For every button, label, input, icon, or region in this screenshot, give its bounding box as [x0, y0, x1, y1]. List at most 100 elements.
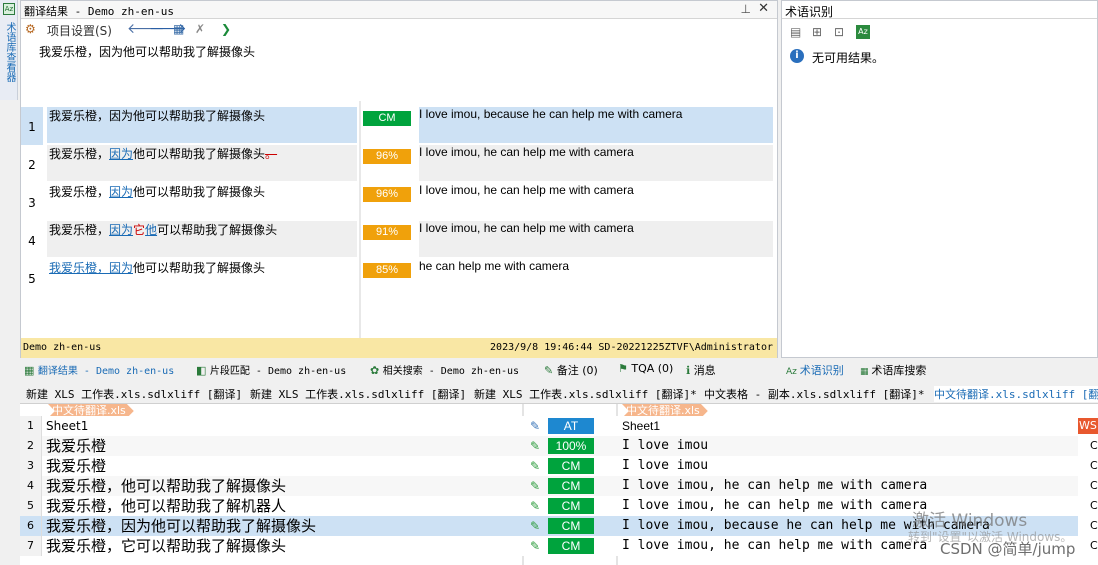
tab-icon: ✿	[370, 364, 383, 377]
tab-icon: ✎	[544, 364, 557, 377]
pencil-icon: ✎	[530, 479, 541, 493]
document-tab[interactable]: 中文待翻译.xls.sdlxliff [翻	[934, 386, 1098, 402]
tab-label: 备注 (0)	[556, 364, 598, 377]
segment-target[interactable]: I love imou	[622, 456, 1078, 476]
source-segment: 因为	[109, 147, 134, 161]
segment-extra-flag: C	[1090, 459, 1098, 472]
result-row-source: 我爱乐橙，因为他可以帮助我了解摄像头	[47, 183, 357, 219]
segment-row[interactable]: 1 Sheet1 ✎ AT Sheet1	[20, 416, 1078, 436]
match-badge: 96%	[363, 187, 411, 202]
source-segment: 因为	[109, 185, 134, 199]
match-badge: 96%	[363, 149, 411, 164]
result-row-source: 我爱乐橙，因为它他可以帮助我了解摄像头	[47, 221, 357, 257]
source-segment: 他	[145, 223, 158, 237]
term-panel-tab[interactable]: Az 术语识别	[786, 362, 844, 378]
result-row-source: 我爱乐橙，因为他可以帮助我了解摄像头	[47, 107, 357, 143]
segment-target[interactable]: Sheet1	[622, 416, 1078, 436]
segment-source[interactable]: 我爱乐橙，它可以帮助我了解摄像头	[46, 536, 524, 556]
ws-tag: WS	[1076, 418, 1098, 434]
results-list: 1 我爱乐橙，因为他可以帮助我了解摄像头 CM I love imou, becaus…	[21, 101, 777, 338]
result-row-target: I love imou, he can help me with camera	[419, 183, 773, 219]
tab-label: 术语库搜索	[871, 364, 927, 377]
document-tab[interactable]: 新建 XLS 工作表.xls.sdlxliff [翻译]*	[474, 386, 697, 402]
document-tab[interactable]: 中文表格 - 副本.xls.sdlxliff [翻译]*	[704, 386, 924, 402]
segment-status-badge: CM	[548, 478, 594, 494]
termbase-icon: Az	[3, 3, 15, 15]
source-segment: 我爱乐橙，因为	[49, 261, 134, 275]
segment-row[interactable]: 4 我爱乐橙，他可以帮助我了解摄像头 ✎ CM I love imou, he can …	[20, 476, 1078, 496]
result-row[interactable]: 5 我爱乐橙，因为他可以帮助我了解摄像头 85% he can help me wit…	[21, 259, 773, 297]
tab-label: 翻译结果 - Demo zh-en-us	[37, 366, 175, 377]
segment-source[interactable]: 我爱乐橙	[46, 456, 524, 476]
segment-source[interactable]: 我爱乐橙	[46, 436, 524, 456]
tab-label: 术语识别	[799, 364, 844, 377]
segment-extra-flag: C	[1090, 499, 1098, 512]
pencil-icon: ✎	[530, 459, 541, 473]
result-row-number: 2	[21, 145, 43, 183]
term-recognition-titlebar: 术语识别	[782, 1, 1097, 19]
tab-icon: Az	[786, 367, 800, 377]
segment-number: 5	[20, 496, 42, 516]
source-segment: 我爱乐橙，	[49, 185, 110, 199]
result-row-number: 1	[21, 107, 43, 145]
tab-icon: ▦	[24, 364, 38, 377]
segment-source[interactable]: 我爱乐橙，他可以帮助我了解摄像头	[46, 476, 524, 496]
tab-label: 片段匹配 - Demo zh-en-us	[209, 366, 347, 377]
segment-status-badge: CM	[548, 458, 594, 474]
source-segment: 因为	[109, 223, 134, 237]
result-row[interactable]: 1 我爱乐橙，因为他可以帮助我了解摄像头 CM I love imou, becaus…	[21, 107, 773, 145]
project-settings-button[interactable]: 项目设置(S)	[47, 22, 112, 38]
termbase-viewer-label: 术语库查看器	[4, 22, 15, 82]
term-panel-tab[interactable]: ▦ 术语库搜索	[860, 362, 926, 378]
panel-tab[interactable]: ◧ 片段匹配 - Demo zh-en-us	[196, 362, 346, 377]
pencil-icon: ✎	[530, 499, 541, 513]
result-row[interactable]: 4 我爱乐橙，因为它他可以帮助我了解摄像头 91% I love imou, he c…	[21, 221, 773, 259]
segment-row[interactable]: 2 我爱乐橙 ✎ 100% I love imou	[20, 436, 1078, 456]
segment-target[interactable]: I love imou, he can help me with camera	[622, 476, 1078, 496]
panel-tab[interactable]: ✿ 相关搜索 - Demo zh-en-us	[370, 362, 519, 377]
close-icon[interactable]: ✕	[758, 1, 769, 16]
result-row-source: 我爱乐橙，因为他可以帮助我了解摄像头。	[47, 145, 357, 181]
tab-icon: ℹ	[686, 364, 694, 377]
chevron-right-icon[interactable]: ❯	[221, 22, 231, 36]
result-row[interactable]: 2 我爱乐橙，因为他可以帮助我了解摄像头。 96% I love imou, he c…	[21, 145, 773, 183]
segment-target[interactable]: I love imou	[622, 436, 1078, 456]
termbase-viewer-side-tab[interactable]: Az 术语库查看器	[0, 0, 18, 100]
info-icon: i	[790, 49, 804, 63]
pin-icon[interactable]: ⊥	[741, 2, 751, 16]
segment-extra-flag: C	[1090, 439, 1098, 452]
tools-icon[interactable]: ✗	[195, 22, 205, 36]
segment-row[interactable]: 3 我爱乐橙 ✎ CM I love imou	[20, 456, 1078, 476]
segment-status-badge: CM	[548, 518, 594, 534]
segment-number: 7	[20, 536, 42, 556]
termbase-az-icon[interactable]: Az	[856, 25, 870, 39]
result-row-number: 3	[21, 183, 43, 221]
result-row-target: he can help me with camera	[419, 259, 773, 295]
segment-number: 2	[20, 436, 42, 456]
add-term-icon[interactable]: ⊞	[812, 25, 822, 39]
settings-icon[interactable]: ⚙	[25, 22, 41, 36]
grid-plus-icon[interactable]: ▦	[173, 22, 184, 36]
panel-tab[interactable]: ✎ 备注 (0)	[544, 362, 598, 378]
segment-source[interactable]: 我爱乐橙，因为他可以帮助我了解摄像头	[46, 516, 524, 536]
result-row[interactable]: 3 我爱乐橙，因为他可以帮助我了解摄像头 96% I love imou, he ca…	[21, 183, 773, 221]
csdn-watermark: CSDN @简单/jump	[940, 540, 1076, 558]
panel-tab[interactable]: ▦ 翻译结果 - Demo zh-en-us	[24, 362, 174, 377]
source-segment: 我爱乐橙，	[49, 147, 110, 161]
source-segment: 。	[265, 147, 278, 161]
document-tab[interactable]: 新建 XLS 工作表.xls.sdlxliff [翻译]	[250, 386, 466, 402]
source-segment: 我爱乐橙，	[49, 223, 110, 237]
source-segment: 可以帮助我了解摄像头	[157, 223, 278, 237]
segment-source[interactable]: Sheet1	[46, 416, 524, 436]
source-segment: 它	[133, 223, 146, 237]
results-tab-bar: ▦ 翻译结果 - Demo zh-en-us ◧ 片段匹配 - Demo zh-e…	[20, 360, 778, 380]
panel-tab[interactable]: ℹ 消息	[686, 362, 716, 378]
segment-status-badge: AT	[548, 418, 594, 434]
book-icon[interactable]: ▤	[790, 25, 801, 39]
tab-icon: ◧	[196, 364, 210, 377]
panel-tab[interactable]: ⚑ TQA (0)	[618, 362, 673, 375]
document-tab[interactable]: 新建 XLS 工作表.xls.sdlxliff [翻译]	[26, 386, 242, 402]
segment-number: 6	[20, 516, 42, 536]
settings-term-icon[interactable]: ⊡	[834, 25, 844, 39]
segment-source[interactable]: 我爱乐橙，他可以帮助我了解机器人	[46, 496, 524, 516]
